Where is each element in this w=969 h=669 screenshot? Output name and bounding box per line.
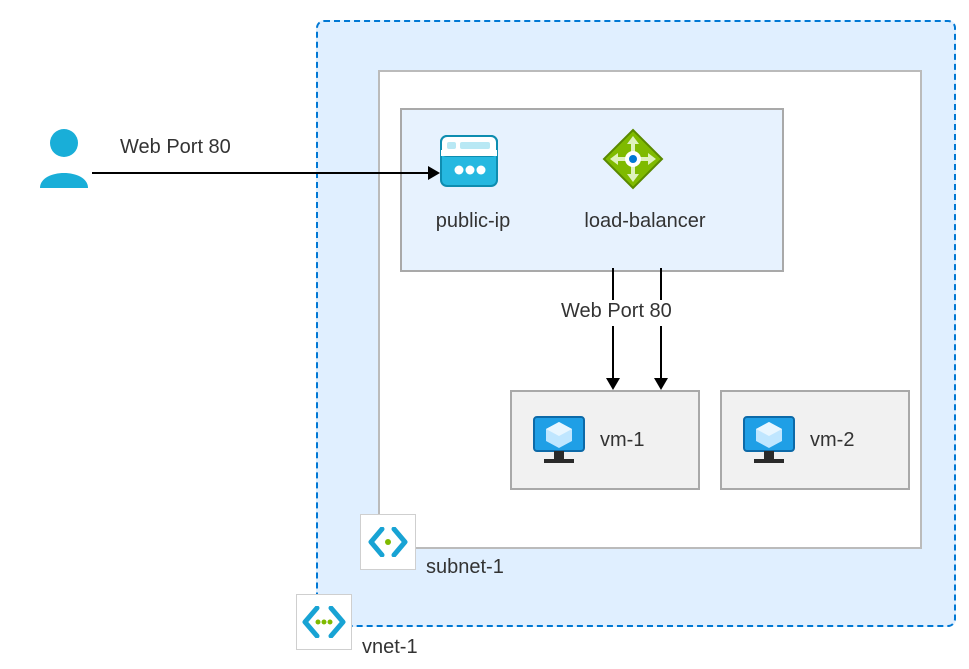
vm-2-label: vm-2 [810, 429, 854, 452]
public-ip-icon [438, 130, 500, 192]
load-balancer-icon [600, 126, 666, 192]
subnet-icon [360, 514, 416, 570]
subnet-label: subnet-1 [426, 556, 504, 579]
vm-2-box: vm-2 [720, 390, 910, 490]
public-ip-label: public-ip [418, 210, 528, 233]
vnet-label: vnet-1 [362, 636, 418, 659]
vm-1-box: vm-1 [510, 390, 700, 490]
user-icon [36, 126, 92, 190]
vm-icon [532, 415, 586, 465]
vnet-icon [296, 594, 352, 650]
lb-to-vm1-head [606, 378, 620, 390]
lb-to-vm2-head [654, 378, 668, 390]
ingress-arrow-head [428, 166, 440, 180]
load-balancer-label: load-balancer [560, 210, 730, 233]
vm-icon [742, 415, 796, 465]
vm-1-label: vm-1 [600, 429, 644, 452]
architecture-diagram: public-ip load-balancer Web Port 80 [0, 0, 969, 669]
ingress-arrow-line [92, 172, 428, 174]
lb-arrow-label: Web Port 80 [555, 300, 678, 326]
ingress-arrow-label: Web Port 80 [120, 136, 231, 159]
